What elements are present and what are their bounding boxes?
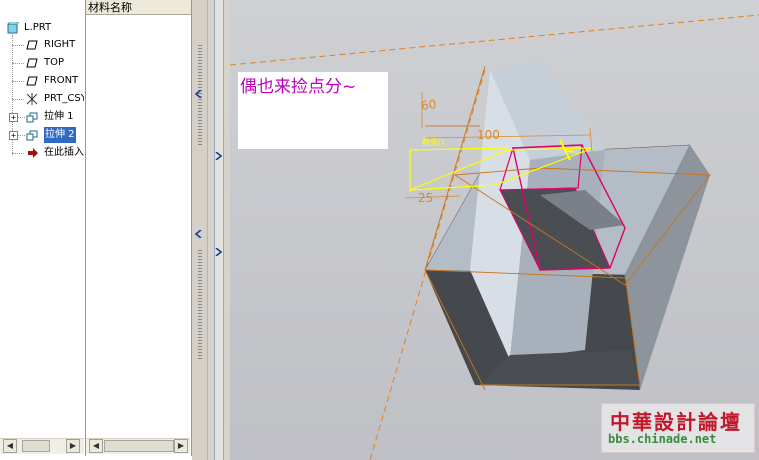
datum-plane-icon	[26, 58, 38, 68]
scroll-left-button[interactable]: ◀	[3, 439, 17, 453]
collapse-left-icon[interactable]	[195, 90, 203, 98]
section-label: 截面()	[422, 138, 445, 147]
note-overlay: 偶也来捡点分~	[238, 72, 388, 149]
tree-item-label: 在此插入	[44, 147, 84, 158]
model-tree-panel[interactable]: L.PRT RIGHT TOP FRONT PRT_CSYS_DEF	[0, 0, 86, 456]
collapse-left-icon[interactable]	[195, 230, 203, 238]
scroll-thumb[interactable]	[104, 440, 174, 452]
tree-item-label: L.PRT	[24, 22, 52, 33]
3d-model-view[interactable]	[230, 0, 759, 460]
scroll-thumb[interactable]	[22, 440, 50, 452]
forum-watermark: 中華設計論壇 bbs.chinade.net	[601, 403, 755, 453]
extrude-icon	[26, 130, 38, 141]
expand-right-icon[interactable]	[215, 248, 222, 256]
tree-item-label: RIGHT	[44, 39, 76, 50]
offset-dimension[interactable]: 25	[418, 191, 433, 205]
columns-horizontal-scrollbar[interactable]: ◀ ▶	[86, 438, 190, 454]
expand-toggle-icon[interactable]: +	[9, 113, 18, 122]
scroll-right-button[interactable]: ▶	[174, 439, 188, 453]
tree-item-label: FRONT	[44, 75, 79, 86]
tree-item-right-plane[interactable]: RIGHT	[0, 37, 84, 53]
tree-item-label: 拉伸 1	[44, 111, 74, 122]
tree-item-coordinate-system[interactable]: PRT_CSYS_DEF	[0, 91, 84, 107]
expand-right-icon[interactable]	[215, 152, 222, 160]
graphics-viewport[interactable]: 60 100 25 截面()	[230, 0, 759, 460]
tree-horizontal-scrollbar[interactable]: ◀ ▶	[0, 438, 84, 454]
datum-plane-icon	[26, 76, 38, 86]
tree-item-extrude-2[interactable]: + 拉伸 2	[0, 127, 84, 143]
datum-plane-icon	[26, 40, 38, 50]
tree-item-top-plane[interactable]: TOP	[0, 55, 84, 71]
coordinate-system-icon	[26, 93, 38, 105]
tree-item-label: TOP	[44, 57, 65, 68]
watermark-title: 中華設計論壇	[610, 410, 742, 434]
tree-item-extrude-1[interactable]: + 拉伸 1	[0, 109, 84, 125]
tree-item-label-selected: 拉伸 2	[44, 127, 76, 143]
sash-bar[interactable]	[214, 0, 224, 460]
extrude-icon	[26, 112, 38, 123]
note-text: 偶也来捡点分~	[240, 77, 357, 97]
material-name-column-header[interactable]: 材料名称	[86, 0, 191, 15]
proe-window: L.PRT RIGHT TOP FRONT PRT_CSYS_DEF	[0, 0, 759, 460]
tree-item-insert-here[interactable]: 在此插入	[0, 145, 84, 161]
tree-item-front-plane[interactable]: FRONT	[0, 73, 84, 89]
part-icon	[7, 22, 19, 34]
expand-toggle-icon[interactable]: +	[9, 131, 18, 140]
insert-here-arrow-icon	[28, 148, 38, 158]
scroll-left-button[interactable]: ◀	[89, 439, 103, 453]
scroll-right-button[interactable]: ▶	[66, 439, 80, 453]
panel-splitter[interactable]	[192, 0, 230, 460]
height-dimension[interactable]: 60	[420, 97, 437, 113]
width-dimension[interactable]: 100	[477, 128, 500, 142]
watermark-url: bbs.chinade.net	[608, 432, 717, 446]
tree-item-label: PRT_CSYS_DEF	[44, 93, 84, 104]
tree-item-root-part[interactable]: L.PRT	[0, 20, 84, 36]
tree-columns-panel[interactable]: 材料名称 ◀ ▶	[86, 0, 192, 456]
splitter-grip[interactable]	[198, 250, 202, 360]
